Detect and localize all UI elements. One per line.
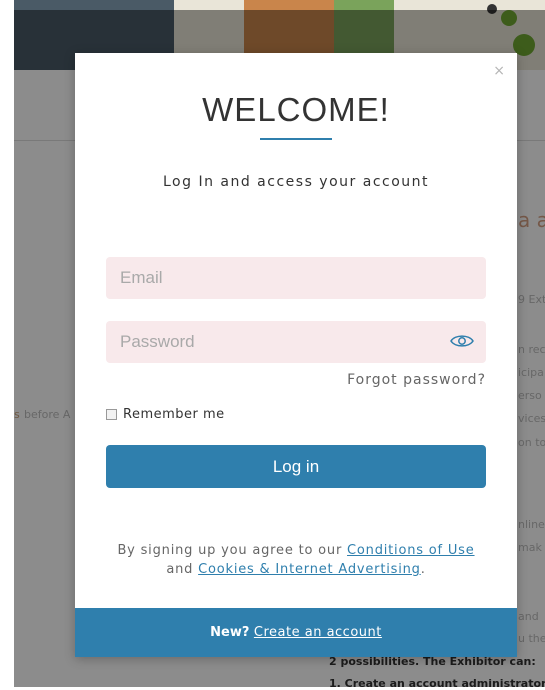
eye-icon[interactable]: [450, 333, 474, 349]
email-field[interactable]: [106, 257, 486, 299]
title-underline: [260, 138, 332, 140]
modal-subtitle: Log In and access your account: [162, 174, 430, 190]
forgot-password-link[interactable]: Forgot password?: [347, 372, 486, 388]
footer-prefix: New?: [210, 625, 250, 640]
remember-me-checkbox[interactable]: Remember me: [106, 407, 225, 422]
password-input[interactable]: [106, 321, 486, 363]
close-icon[interactable]: ×: [493, 63, 505, 79]
login-modal: × WELCOME! Log In and access your accoun…: [75, 53, 517, 657]
email-input[interactable]: [106, 257, 486, 299]
create-account-link[interactable]: Create an account: [254, 625, 382, 640]
terms-and: and: [166, 562, 194, 577]
checkbox-icon[interactable]: [106, 409, 117, 420]
terms-text: By signing up you agree to our Condition…: [111, 541, 481, 579]
cookies-advertising-link[interactable]: Cookies & Internet Advertising: [198, 562, 421, 577]
modal-title: WELCOME!: [202, 91, 390, 128]
terms-prefix: By signing up you agree to our: [117, 543, 343, 558]
login-button[interactable]: Log in: [106, 445, 486, 488]
modal-footer: New? Create an account: [75, 608, 517, 657]
remember-me-label: Remember me: [123, 407, 225, 422]
conditions-of-use-link[interactable]: Conditions of Use: [347, 543, 475, 558]
password-field[interactable]: [106, 321, 486, 363]
terms-suffix: .: [420, 562, 426, 577]
